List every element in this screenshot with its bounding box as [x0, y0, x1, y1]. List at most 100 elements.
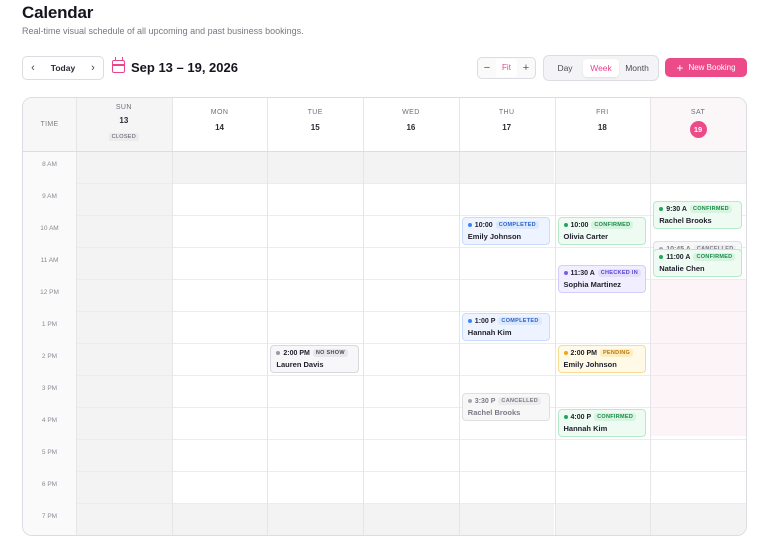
event-customer-name: Lauren Davis [276, 360, 324, 369]
closed-badge: CLOSED [108, 133, 140, 141]
day-header-mon[interactable]: MON 14 [172, 98, 268, 151]
time-label: 10 AM [40, 225, 59, 232]
day-header-wed[interactable]: WED 16 [363, 98, 459, 151]
time-label: 9 AM [42, 193, 57, 200]
day-number: 17 [502, 123, 512, 132]
new-booking-label: New Booking [688, 63, 736, 72]
booking-event[interactable]: 10:00 CONFIRMED Olivia Carter [557, 217, 647, 245]
day-number: 13 [119, 116, 129, 125]
header-divider [23, 151, 746, 152]
event-header: 10:00 CONFIRMED [563, 221, 641, 229]
status-dot-icon [467, 399, 472, 403]
off-hours-shade [554, 503, 651, 535]
booking-event[interactable]: 11:30 A CHECKED IN Sophia Martinez [557, 265, 647, 293]
day-column-divider [554, 98, 556, 535]
booking-event[interactable]: 9:30 A CONFIRMED Rachel Brooks [653, 201, 742, 229]
booking-event[interactable]: 4:00 P CONFIRMED Hannah Kim [557, 409, 647, 437]
day-number: 14 [215, 123, 224, 132]
day-header-sun[interactable]: SUN 13 CLOSED [76, 98, 172, 151]
day-name: WED [402, 109, 420, 116]
event-time: 2:00 PM [283, 349, 310, 357]
event-header: 9:30 A CONFIRMED [659, 205, 736, 213]
view-day-button[interactable]: Day [547, 59, 583, 77]
booking-event[interactable]: 1:00 P COMPLETED Hannah Kim [461, 313, 551, 341]
day-header-fri[interactable]: FRI 18 [555, 98, 651, 151]
status-badge: CONFIRMED [689, 205, 732, 213]
event-header: 4:00 P CONFIRMED [563, 413, 641, 421]
booking-event[interactable]: 10:00 COMPLETED Emily Johnson [461, 217, 551, 245]
previous-week-button[interactable]: ‹ [23, 57, 43, 79]
view-week-button[interactable]: Week [583, 59, 619, 77]
day-column-divider [76, 98, 77, 535]
off-hours-shade [171, 503, 268, 535]
event-time: 2:00 PM [570, 349, 597, 357]
time-label: 8 AM [42, 161, 57, 168]
calendar-icon [112, 57, 125, 73]
off-hours-shade [554, 151, 651, 183]
hour-gridline [76, 215, 746, 216]
next-week-button[interactable]: › [83, 57, 103, 79]
page-subtitle: Real-time visual schedule of all upcomin… [22, 26, 304, 36]
time-label: 6 PM [41, 481, 58, 488]
status-dot-icon [563, 223, 568, 227]
day-name: SAT [690, 109, 706, 116]
chevron-right-icon: › [91, 62, 95, 74]
day-number: 18 [597, 123, 607, 132]
event-customer-name: Hannah Kim [467, 328, 512, 337]
booking-event[interactable]: 2:00 PM NO SHOW Lauren Davis [270, 345, 360, 373]
hour-gridline [76, 343, 746, 344]
day-column-divider [171, 98, 173, 535]
event-customer-name: Sophia Martinez [563, 280, 622, 289]
time-label: 3 PM [41, 385, 58, 392]
hour-gridline [76, 375, 746, 376]
status-badge: COMPLETED [498, 317, 542, 325]
status-dot-icon [563, 271, 568, 275]
booking-event[interactable]: 11:00 A CONFIRMED Natalie Chen [653, 249, 742, 277]
status-badge: CONFIRMED [693, 253, 736, 261]
off-hours-shade [363, 503, 459, 535]
off-hours-shade [363, 151, 459, 183]
zoom-out-button[interactable]: − [478, 62, 496, 74]
hour-gridline [76, 439, 746, 440]
event-time: 3:30 P [474, 397, 496, 405]
event-time: 4:00 P [570, 413, 592, 421]
zoom-fit-button[interactable]: Fit [496, 59, 517, 77]
booking-event[interactable]: 2:00 PM PENDING Emily Johnson [557, 345, 647, 373]
day-name: THU [498, 109, 515, 116]
plus-icon: + [676, 60, 684, 75]
hour-gridline [76, 471, 746, 472]
event-header: 2:00 PM PENDING [563, 349, 641, 357]
day-column-divider [267, 98, 269, 535]
off-hours-shade [171, 151, 268, 183]
today-button[interactable]: Today [43, 63, 83, 73]
today-date-marker: 19 [650, 119, 746, 138]
event-time: 11:00 A [666, 253, 691, 261]
day-name: MON [210, 109, 229, 116]
day-header-tue[interactable]: TUE 15 [267, 98, 363, 151]
hour-gridline [76, 247, 746, 248]
today-column-highlight [650, 279, 746, 436]
status-dot-icon [467, 319, 472, 323]
hour-gridline [76, 407, 746, 408]
off-hours-shade [458, 503, 555, 535]
status-badge: NO SHOW [312, 349, 348, 357]
status-badge: COMPLETED [495, 221, 539, 229]
zoom-in-button[interactable]: + [517, 62, 535, 74]
status-dot-icon [467, 223, 472, 227]
status-dot-icon [563, 351, 568, 355]
day-number: 19 [689, 121, 707, 138]
off-hours-shade [650, 503, 746, 535]
view-month-button[interactable]: Month [619, 59, 655, 77]
booking-event[interactable]: 3:30 P CANCELLED Rachel Brooks [461, 393, 551, 421]
event-customer-name: Hannah Kim [563, 424, 608, 433]
date-range-label: Sep 13 – 19, 2026 [131, 60, 238, 75]
status-badge: CONFIRMED [594, 413, 637, 421]
hour-gridline [76, 183, 746, 184]
day-header-sat[interactable]: SAT 19 [650, 98, 746, 151]
off-hours-shade [267, 503, 364, 535]
status-badge: CONFIRMED [591, 221, 634, 229]
day-column-divider [363, 98, 365, 535]
new-booking-button[interactable]: + New Booking [665, 58, 747, 77]
day-header-thu[interactable]: THU 17 [459, 98, 555, 151]
hour-gridline [76, 503, 746, 504]
